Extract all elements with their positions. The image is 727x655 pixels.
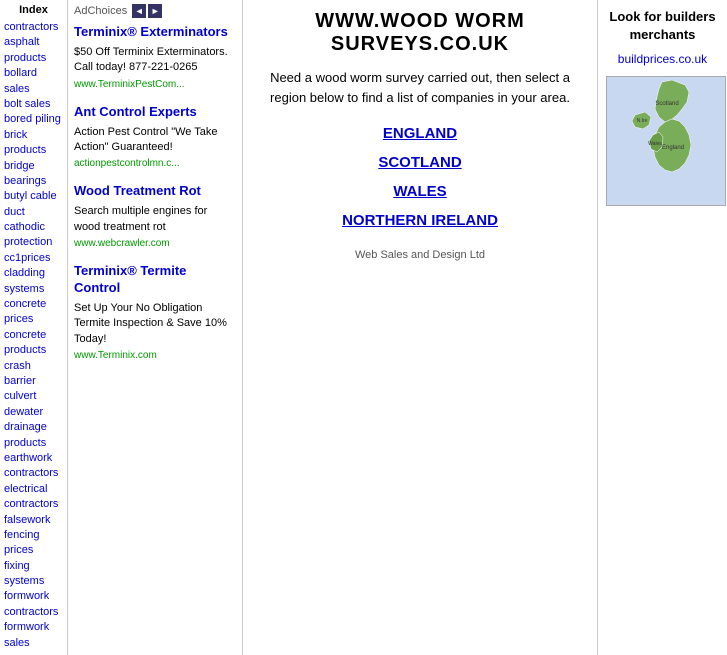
ad-block-0: Terminix® Exterminators $50 Off Terminix … [74, 24, 236, 90]
sidebar-link[interactable]: dewater [4, 405, 63, 420]
main-description: Need a wood worm survey carried out, the… [260, 68, 580, 107]
svg-text:Wales: Wales [648, 141, 662, 147]
sidebar-link[interactable]: electrical contractors [4, 482, 63, 513]
sidebar-link[interactable]: contractors [4, 20, 63, 35]
sidebar-link[interactable]: fencing prices [4, 528, 63, 559]
sidebar-link[interactable]: cc1prices [4, 251, 63, 266]
svg-text:N.Ire: N.Ire [637, 118, 648, 124]
ad-choices-bar: AdChoices ◄ ► [74, 4, 236, 18]
uk-map: Scotland N.Ire Wales England [606, 76, 726, 206]
sidebar-link[interactable]: cathodic protection [4, 220, 63, 251]
ad-body-3: Set Up Your No Obligation Termite Inspec… [74, 301, 236, 347]
region-link-northern-ireland[interactable]: NORTHERN IRELAND [258, 212, 582, 229]
sidebar-link[interactable]: concrete prices [4, 297, 63, 328]
ad-title-link-1[interactable]: Ant Control Experts [74, 104, 197, 119]
sidebar-links: contractorsasphalt productsbollard sales… [4, 20, 63, 651]
region-link-scotland[interactable]: SCOTLAND [258, 154, 582, 171]
sidebar: Index contractorsasphalt productsbollard… [0, 0, 68, 655]
sidebar-link[interactable]: bored piling [4, 112, 63, 127]
ad-title-link-3[interactable]: Terminix® Termite Control [74, 263, 186, 295]
sidebar-link[interactable]: concrete products [4, 328, 63, 359]
sidebar-link[interactable]: brick products [4, 128, 63, 159]
sidebar-link[interactable]: asphalt products [4, 35, 63, 66]
svg-text:Scotland: Scotland [655, 101, 678, 107]
sidebar-link[interactable]: falsework [4, 513, 63, 528]
main-content: WWW.WOOD WORM SURVEYS.CO.UK Need a wood … [243, 0, 597, 655]
region-link-england[interactable]: ENGLAND [258, 125, 582, 142]
ad-title-link-2[interactable]: Wood Treatment Rot [74, 183, 201, 198]
page-wrapper: Index contractorsasphalt productsbollard… [0, 0, 727, 655]
ad-url-link-1[interactable]: actionpestcontrolmn.c... [74, 158, 180, 169]
sidebar-link[interactable]: drainage products [4, 420, 63, 451]
buildprices-link[interactable]: buildprices.co.uk [618, 52, 707, 66]
sidebar-link[interactable]: bollard sales [4, 66, 63, 97]
sidebar-link[interactable]: culvert [4, 389, 63, 404]
ad-body-0: $50 Off Terminix Exterminators. Call tod… [74, 45, 236, 76]
ad-title-link-0[interactable]: Terminix® Exterminators [74, 24, 228, 39]
right-title: Look for builders merchants [606, 8, 719, 44]
ad-prev-button[interactable]: ◄ [132, 4, 146, 18]
sidebar-link[interactable]: fixing systems [4, 559, 63, 590]
ad-blocks: Terminix® Exterminators $50 Off Terminix … [74, 24, 236, 361]
right-column: Look for builders merchants buildprices.… [597, 0, 727, 655]
region-links: ENGLAND SCOTLAND WALES NORTHERN IRELAND [258, 125, 582, 229]
main-title: WWW.WOOD WORM SURVEYS.CO.UK [258, 10, 582, 56]
ad-choices-label: AdChoices [74, 5, 127, 17]
ad-block-2: Wood Treatment Rot Search multiple engine… [74, 183, 236, 249]
sidebar-index-label: Index [4, 4, 63, 16]
ad-column: AdChoices ◄ ► Terminix® Exterminators $50… [68, 0, 243, 655]
ad-next-button[interactable]: ► [148, 4, 162, 18]
sidebar-link[interactable]: formwork contractors [4, 589, 63, 620]
ad-url-link-2[interactable]: www.webcrawler.com [74, 238, 170, 249]
svg-text:England: England [662, 145, 684, 151]
sidebar-link[interactable]: cladding systems [4, 266, 63, 297]
ad-block-1: Ant Control Experts Action Pest Control "… [74, 104, 236, 170]
ad-url-link-3[interactable]: www.Terminix.com [74, 350, 157, 361]
ad-body-1: Action Pest Control "We Take Action" Gua… [74, 125, 236, 156]
sidebar-link[interactable]: earthwork contractors [4, 451, 63, 482]
sidebar-link[interactable]: crash barrier [4, 359, 63, 390]
ad-body-2: Search multiple engines for wood treatme… [74, 204, 236, 235]
sidebar-link[interactable]: bridge bearings [4, 159, 63, 190]
uk-map-svg: Scotland N.Ire Wales England [607, 77, 726, 206]
sidebar-link[interactable]: bolt sales [4, 97, 63, 112]
ad-url-link-0[interactable]: www.TerminixPestCom... [74, 79, 185, 90]
sidebar-link[interactable]: formwork sales [4, 620, 63, 651]
sidebar-link[interactable]: butyl cable duct [4, 189, 63, 220]
main-footer: Web Sales and Design Ltd [258, 249, 582, 261]
ad-block-3: Terminix® Termite Control Set Up Your No … [74, 263, 236, 361]
region-link-wales[interactable]: WALES [258, 183, 582, 200]
